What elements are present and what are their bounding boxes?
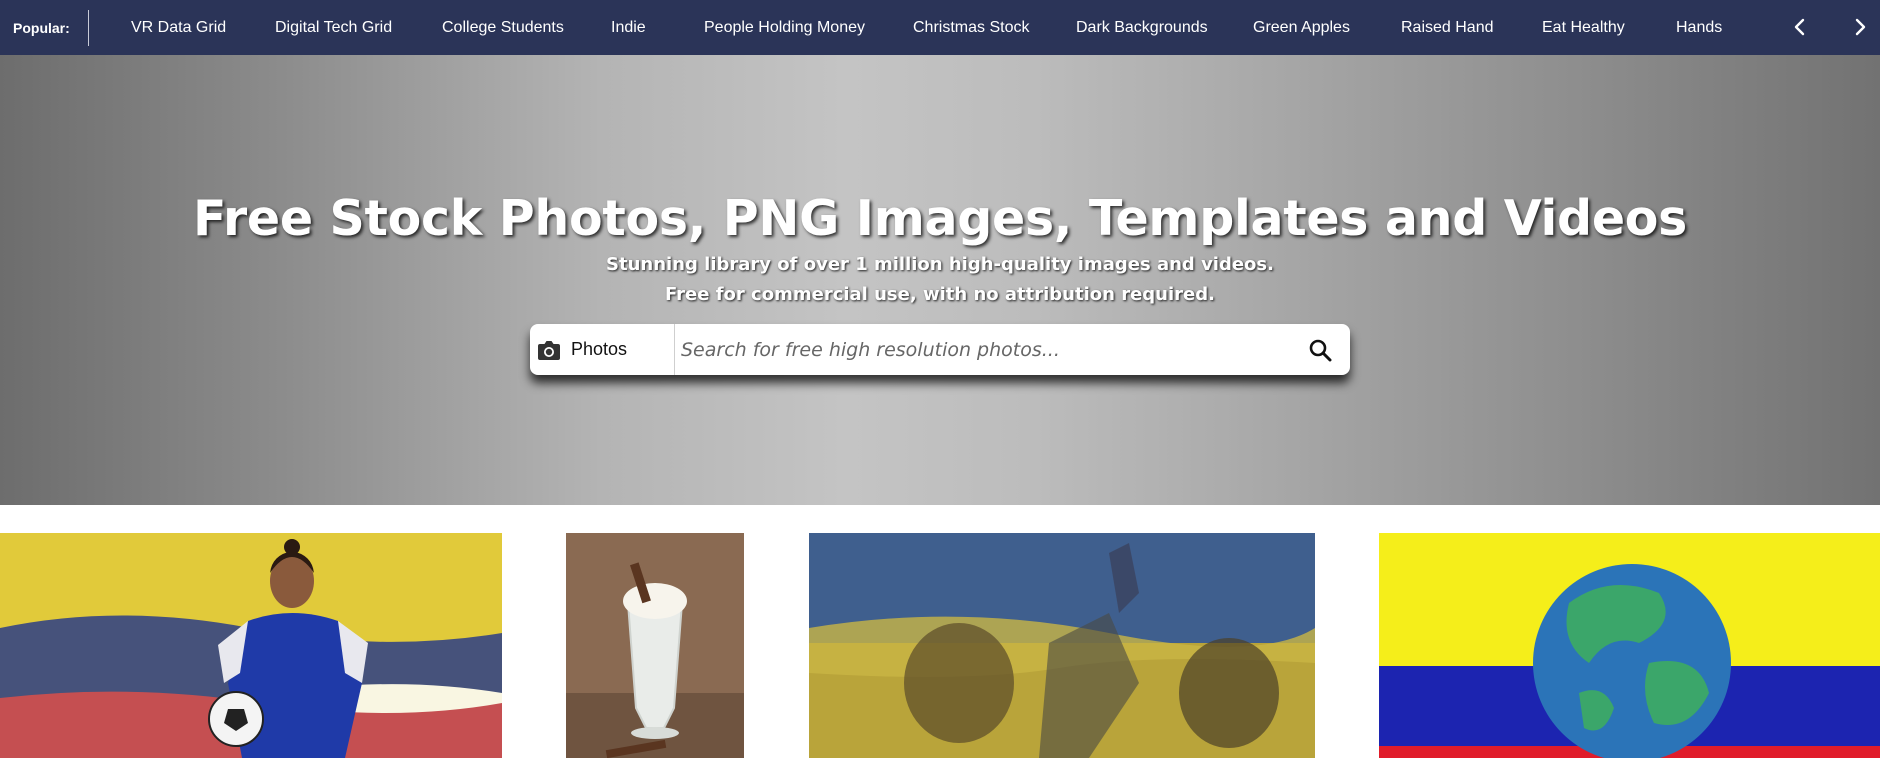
popular-item-vr-data-grid[interactable]: VR Data Grid — [131, 0, 226, 55]
popular-item-raised-hand[interactable]: Raised Hand — [1401, 0, 1494, 55]
chevron-left-icon — [1794, 18, 1805, 36]
popular-item-dark-backgrounds[interactable]: Dark Backgrounds — [1076, 0, 1208, 55]
thumbnail-image — [0, 533, 502, 758]
popular-item-people-holding-money[interactable]: People Holding Money — [704, 0, 865, 55]
popular-next-button[interactable] — [1843, 10, 1877, 44]
search-input[interactable] — [675, 324, 1290, 375]
hero-banner: Free Stock Photos, PNG Images, Templates… — [0, 55, 1880, 505]
search-type-selector[interactable]: Photos — [530, 324, 675, 375]
thumbnail-woman-soccer-colombia[interactable] — [0, 533, 502, 758]
search-type-label: Photos — [571, 339, 628, 359]
chevron-right-icon — [1855, 18, 1866, 36]
hero-subtitle-line2: Free for commercial use, with no attribu… — [665, 284, 1215, 305]
popular-item-hands[interactable]: Hands — [1676, 0, 1722, 55]
popular-bar: Popular: VR Data Grid Digital Tech Grid … — [0, 0, 1880, 55]
popular-item-green-apples[interactable]: Green Apples — [1253, 0, 1350, 55]
popular-item-digital-tech-grid[interactable]: Digital Tech Grid — [275, 0, 392, 55]
thumbnail-cheering-ukraine[interactable] — [809, 533, 1315, 758]
thumbnail-milkshake[interactable] — [566, 533, 744, 758]
search-icon — [1309, 339, 1332, 361]
thumbnail-image — [566, 533, 744, 758]
popular-item-christmas-stock[interactable]: Christmas Stock — [913, 0, 1029, 55]
hero-subtitle-line1: Stunning library of over 1 million high-… — [606, 254, 1274, 275]
thumbnail-image — [1379, 533, 1880, 758]
popular-prev-button[interactable] — [1783, 10, 1817, 44]
thumbnail-image — [809, 533, 1315, 758]
popular-item-eat-healthy[interactable]: Eat Healthy — [1542, 0, 1625, 55]
popular-label: Popular: — [13, 19, 70, 36]
camera-icon — [538, 340, 560, 360]
popular-item-indie[interactable]: Indie — [611, 0, 646, 55]
search-bar: Photos — [530, 324, 1350, 375]
hero-title: Free Stock Photos, PNG Images, Templates… — [193, 190, 1687, 247]
thumbnail-globe-colombia[interactable] — [1379, 533, 1880, 758]
search-button[interactable] — [1290, 324, 1350, 375]
popular-divider — [88, 10, 89, 46]
popular-item-college-students[interactable]: College Students — [442, 0, 564, 55]
